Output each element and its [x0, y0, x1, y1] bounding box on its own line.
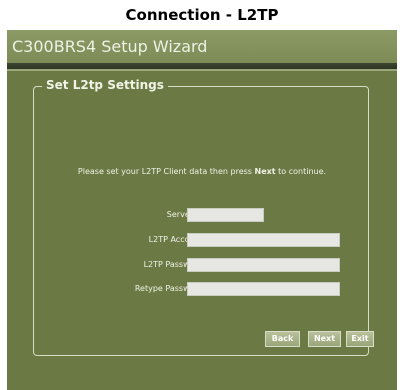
l2tp-account-input[interactable] [187, 233, 340, 247]
l2tp-password-row: L2TP Password : [34, 258, 370, 272]
server-ip-input[interactable] [187, 208, 264, 222]
instruction-prefix: Please set your L2TP Client data then pr… [77, 167, 255, 176]
back-button[interactable]: Back [265, 331, 300, 347]
section-legend: Set L2tp Settings [42, 78, 168, 92]
l2tp-account-row: L2TP Account : [34, 233, 370, 247]
l2tp-settings-group: Set L2tp Settings Please set your L2TP C… [33, 78, 374, 356]
instruction-text: Please set your L2TP Client data then pr… [34, 167, 370, 176]
server-ip-row: Server IP : [34, 208, 370, 222]
instruction-emphasis: Next [254, 167, 276, 176]
window-title: C300BRS4 Setup Wizard [7, 30, 397, 63]
next-button[interactable]: Next [308, 331, 341, 347]
retype-password-row: Retype Password : [34, 282, 370, 296]
l2tp-password-input[interactable] [187, 258, 340, 272]
retype-password-input[interactable] [187, 282, 340, 296]
instruction-suffix: to continue. [275, 167, 327, 176]
page-caption: Connection - L2TP [125, 6, 279, 24]
setup-wizard-window: C300BRS4 Setup Wizard Set L2tp Settings … [7, 30, 397, 390]
exit-button[interactable]: Exit [346, 331, 374, 347]
